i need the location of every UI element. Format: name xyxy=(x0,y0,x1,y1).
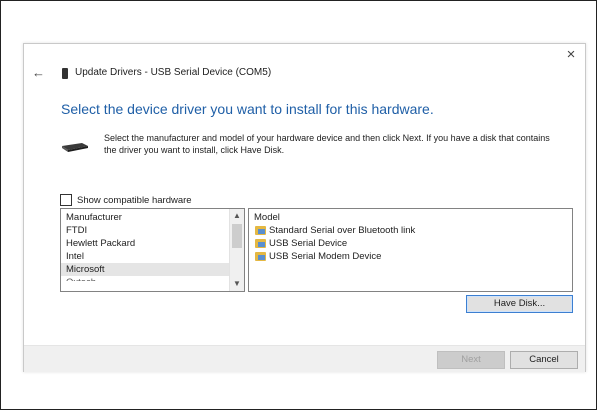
page-heading: Select the device driver you want to ins… xyxy=(61,101,434,117)
model-label: Standard Serial over Bluetooth link xyxy=(269,225,416,236)
next-button[interactable]: Next xyxy=(437,351,505,369)
screenshot-frame: × ← Update Drivers - USB Serial Device (… xyxy=(0,0,597,410)
list-item[interactable]: FTDI xyxy=(61,224,244,237)
list-item[interactable]: Oxtech xyxy=(61,276,244,281)
checkbox-label: Show compatible hardware xyxy=(77,194,192,206)
list-item[interactable]: USB Serial Device xyxy=(249,237,572,250)
model-label: USB Serial Modem Device xyxy=(269,251,382,262)
cancel-button[interactable]: Cancel xyxy=(510,351,578,369)
have-disk-button[interactable]: Have Disk... xyxy=(466,295,573,313)
model-list[interactable]: Model Standard Serial over Bluetooth lin… xyxy=(248,208,573,292)
scroll-up-icon[interactable]: ▲ xyxy=(230,210,244,222)
manufacturer-header: Manufacturer xyxy=(66,212,122,223)
driver-icon xyxy=(255,252,266,261)
close-icon[interactable]: × xyxy=(563,47,579,63)
checkbox-box[interactable] xyxy=(60,194,72,206)
driver-icon xyxy=(255,239,266,248)
scroll-down-icon[interactable]: ▼ xyxy=(230,278,244,290)
manufacturer-scrollbar[interactable]: ▲ ▼ xyxy=(229,209,244,291)
serial-device-icon xyxy=(62,143,88,152)
dialog-footer: Next Cancel xyxy=(24,345,585,372)
driver-icon xyxy=(255,226,266,235)
list-item[interactable]: Hewlett Packard xyxy=(61,237,244,250)
list-item-selected[interactable]: Microsoft xyxy=(61,263,244,276)
scroll-thumb[interactable] xyxy=(232,224,242,248)
model-header: Model xyxy=(254,212,280,223)
model-label: USB Serial Device xyxy=(269,238,348,249)
list-item[interactable]: Intel xyxy=(61,250,244,263)
back-arrow-icon[interactable]: ← xyxy=(32,66,46,80)
device-manager-icon xyxy=(62,68,68,79)
list-item[interactable]: USB Serial Modem Device xyxy=(249,250,572,263)
manufacturer-list[interactable]: Manufacturer FTDI Hewlett Packard Intel … xyxy=(60,208,245,292)
show-compatible-hardware-checkbox[interactable]: Show compatible hardware xyxy=(60,193,192,207)
list-item[interactable]: Standard Serial over Bluetooth link xyxy=(249,224,572,237)
dialog-title: Update Drivers - USB Serial Device (COM5… xyxy=(75,67,272,78)
instructions-text: Select the manufacturer and model of you… xyxy=(104,133,550,155)
update-drivers-dialog: × ← Update Drivers - USB Serial Device (… xyxy=(23,43,586,372)
